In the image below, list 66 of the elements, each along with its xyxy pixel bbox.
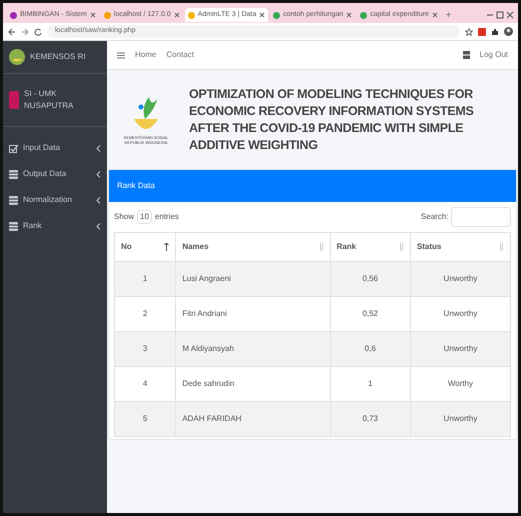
close-icon[interactable]: [259, 12, 266, 18]
table-cell: ADAH FARIDAH: [176, 401, 330, 436]
entries-label: entries: [154, 210, 179, 222]
menu-icon[interactable]: [117, 52, 125, 58]
sidebar-item[interactable]: Output Data: [3, 161, 107, 187]
sort-arrows-icon[interactable]: [164, 242, 170, 250]
chevron-left-icon: [96, 170, 101, 178]
table-cell: 0,56: [330, 261, 410, 296]
back-arrow-icon[interactable]: [8, 28, 16, 36]
close-icon[interactable]: [90, 12, 96, 18]
nav-link[interactable]: Contact: [166, 49, 194, 61]
brand-name[interactable]: KEMENSOS RI: [30, 51, 86, 63]
table-cell: Fitri Andriani: [176, 296, 330, 331]
close-icon[interactable]: [506, 11, 514, 19]
table-cell: Unworthy: [410, 401, 510, 436]
chevron-left-icon: [96, 144, 101, 152]
table-cell: Unworthy: [410, 296, 510, 331]
sidebar-item[interactable]: Normalization: [3, 187, 107, 213]
table-cell: Dede sahrudin: [176, 366, 330, 401]
forward-arrow-icon[interactable]: [21, 28, 29, 36]
table-cell: 5: [114, 401, 176, 436]
table-cell: 2: [114, 296, 176, 331]
column-header[interactable]: Rank: [336, 240, 399, 252]
table-icon: [9, 196, 18, 204]
table-cell: Unworthy: [410, 331, 510, 366]
table-icon: [9, 170, 18, 178]
new-tab-button[interactable]: +: [442, 8, 454, 22]
show-label: Show: [114, 210, 134, 222]
card-header: Rank Data: [109, 170, 516, 202]
table-cell: M Aldiyansyah: [176, 331, 330, 366]
sidebar-item[interactable]: Input Data: [3, 135, 107, 161]
search-label: Search:: [420, 210, 448, 222]
star-icon[interactable]: [465, 28, 473, 36]
column-header[interactable]: No: [121, 240, 164, 252]
table-cell: 0,52: [330, 296, 410, 331]
table-cell: Unworthy: [410, 261, 510, 296]
maximize-icon[interactable]: [496, 11, 504, 19]
close-icon[interactable]: [174, 12, 180, 18]
table-cell: Lusi Angraeni: [176, 261, 330, 296]
search-field[interactable]: [451, 206, 511, 226]
column-header[interactable]: Names: [182, 240, 319, 252]
sidebar-item[interactable]: Rank: [3, 213, 107, 239]
table-cell: 3: [114, 331, 176, 366]
user-name[interactable]: SI - UMK NUSAPUTRA: [24, 88, 101, 112]
profile-icon[interactable]: [504, 27, 513, 36]
logout-link[interactable]: Log Out: [480, 49, 508, 61]
column-header[interactable]: Status: [416, 240, 499, 252]
table-icon: [9, 222, 18, 230]
close-icon[interactable]: [432, 12, 438, 18]
table-cell: 0,73: [330, 401, 410, 436]
logo-icon: [9, 49, 25, 65]
table-cell: 1: [330, 366, 410, 401]
table-cell: Worthy: [410, 366, 510, 401]
reload-icon[interactable]: [34, 28, 42, 36]
checkbox-icon: [9, 144, 18, 152]
chevron-left-icon: [96, 196, 101, 204]
table-cell: 4: [114, 366, 176, 401]
extension-icon[interactable]: [478, 28, 486, 36]
user-image-icon: [9, 91, 19, 109]
entries-select[interactable]: 10: [136, 210, 152, 224]
nav-link[interactable]: Home: [135, 49, 156, 61]
table-cell: 0,6: [330, 331, 410, 366]
chevron-left-icon: [96, 222, 101, 230]
table-cell: 1: [114, 261, 176, 296]
close-icon[interactable]: [346, 12, 352, 18]
page-title: OPTIMIZATION OF MODELING TECHNIQUES FOR ECONOMIC RECOVERY INFORMATION SYSTEMS AFTER THE COVID-19 PANDEMIC WITH SIMPLE ADDITIVE WEIGHTING: [189, 86, 475, 154]
